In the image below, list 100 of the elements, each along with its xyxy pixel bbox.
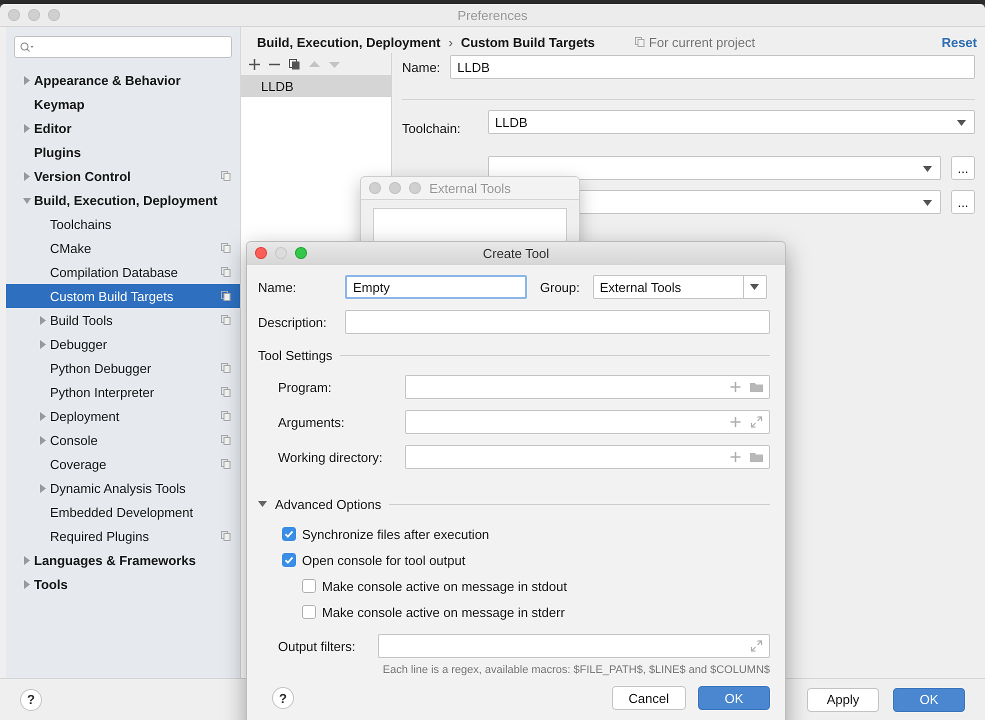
output-filters-field[interactable] [378, 634, 770, 658]
tree-item[interactable]: Languages & Frameworks [6, 548, 240, 572]
expand-icon[interactable] [750, 416, 763, 428]
tree-item[interactable]: Build Tools [6, 308, 240, 332]
tree-item[interactable]: Dynamic Analysis Tools [6, 476, 240, 500]
expanded-arrow-icon[interactable] [23, 196, 31, 204]
group-dropdown[interactable]: External Tools [592, 275, 767, 299]
tree-item[interactable]: Appearance & Behavior [6, 68, 240, 92]
dropdown-caret-icon[interactable] [923, 200, 932, 206]
checkbox[interactable] [302, 605, 316, 619]
window-control-icon[interactable] [255, 247, 267, 259]
field-label: Program: [278, 380, 332, 394]
checkbox[interactable] [282, 527, 296, 541]
input-field[interactable] [405, 410, 770, 434]
window-control-icon[interactable] [48, 9, 60, 21]
collapsed-arrow-icon[interactable] [39, 316, 47, 324]
input-field[interactable] [405, 375, 770, 399]
tree-item[interactable]: Coverage [6, 452, 240, 476]
tree-item[interactable]: Build, Execution, Deployment [6, 188, 240, 212]
tree-item[interactable]: Plugins [6, 140, 240, 164]
breadcrumb-item[interactable]: Custom Build Targets [460, 34, 595, 50]
tree-item[interactable]: Editor [6, 116, 240, 140]
checkbox-label[interactable]: Make console active on message in stderr [322, 604, 565, 620]
tree-item[interactable]: Version Control [6, 164, 240, 188]
expanded-arrow-icon[interactable] [258, 501, 267, 507]
checkbox[interactable] [282, 553, 296, 567]
collapsed-arrow-icon[interactable] [39, 340, 47, 348]
field-label: Output filters: [278, 638, 356, 654]
copy-icon [221, 363, 231, 373]
name-field[interactable]: Empty [345, 275, 527, 299]
tree-item[interactable]: Tools [6, 572, 240, 596]
collapsed-arrow-icon[interactable] [23, 172, 31, 180]
scope-label: For current project [648, 34, 756, 50]
tree-item[interactable]: Python Interpreter [6, 380, 240, 404]
collapsed-arrow-icon[interactable] [23, 124, 31, 132]
tree-item[interactable]: Required Plugins [6, 524, 240, 548]
collapsed-arrow-icon[interactable] [23, 76, 31, 84]
window-control-icon[interactable] [28, 9, 40, 21]
collapsed-arrow-icon[interactable] [39, 436, 47, 444]
cancel-button[interactable]: Cancel [612, 686, 686, 710]
tree-item[interactable]: Keymap [6, 92, 240, 116]
folder-icon[interactable] [750, 381, 763, 393]
checkbox[interactable] [302, 579, 316, 593]
tree-item[interactable]: Compilation Database [6, 260, 240, 284]
checkbox-label[interactable]: Open console for tool output [302, 552, 466, 568]
tree-item[interactable]: Custom Build Targets [6, 284, 240, 308]
browse-button[interactable]: ... [951, 156, 975, 180]
collapsed-arrow-icon[interactable] [23, 556, 31, 564]
input-field[interactable] [405, 445, 770, 469]
field-label: Group: [540, 280, 580, 294]
list-item[interactable]: LLDB [241, 76, 391, 97]
hint-text: Each line is a regex, available macros: $FILE_PATH$, $LINE$ and $COLUMN$ [382, 664, 770, 676]
tree-item[interactable]: Console [6, 428, 240, 452]
collapsed-arrow-icon[interactable] [39, 484, 47, 492]
section-title: Tool Settings [258, 348, 332, 362]
toolchain-dropdown[interactable]: LLDB [488, 110, 975, 134]
expand-icon[interactable] [750, 640, 763, 652]
window-control-icon[interactable] [8, 9, 20, 21]
checkbox-label[interactable]: Make console active on message in stdout [322, 578, 567, 594]
copy-icon [221, 459, 231, 469]
tree-item[interactable]: Deployment [6, 404, 240, 428]
collapsed-arrow-icon[interactable] [39, 412, 47, 420]
tree-item[interactable]: CMake [6, 236, 240, 260]
checkbox-label[interactable]: Synchronize files after execution [302, 526, 490, 542]
window-title: External Tools [429, 180, 511, 196]
collapsed-arrow-icon[interactable] [23, 580, 31, 588]
help-button[interactable]: ? [20, 688, 42, 710]
dropdown-caret-icon[interactable] [923, 166, 932, 172]
tree-item[interactable]: Python Debugger [6, 356, 240, 380]
copy-icon [634, 37, 645, 47]
copy-icon [221, 411, 231, 421]
window-control-icon[interactable] [369, 182, 381, 194]
field-label: Arguments: [278, 414, 346, 430]
apply-button[interactable]: Apply [807, 688, 879, 712]
browse-button[interactable]: ... [951, 190, 975, 214]
tree-item[interactable]: Debugger [6, 332, 240, 356]
reset-link[interactable]: Reset [942, 34, 977, 50]
window-control-icon[interactable] [409, 182, 421, 194]
breadcrumb-item[interactable]: Build, Execution, Deployment [257, 34, 440, 50]
plus-icon[interactable] [249, 58, 260, 70]
ok-button[interactable]: OK [893, 688, 965, 712]
copy-icon[interactable] [289, 58, 300, 70]
dropdown-caret-icon[interactable] [750, 284, 760, 290]
copy-icon [221, 315, 231, 325]
field-label: Description: [258, 314, 328, 330]
window-control-icon[interactable] [295, 247, 307, 259]
window-control-icon[interactable] [389, 182, 401, 194]
copy-icon [221, 435, 231, 445]
dropdown-caret-icon[interactable] [957, 120, 966, 126]
section-title[interactable]: Advanced Options [275, 496, 382, 512]
help-button[interactable]: ? [272, 687, 294, 709]
description-field[interactable] [345, 310, 770, 334]
folder-icon[interactable] [750, 451, 763, 463]
tree-item[interactable]: Toolchains [6, 212, 240, 236]
tree-item[interactable]: Embedded Development [6, 500, 240, 524]
up-arrow-icon[interactable] [309, 58, 320, 70]
search-field[interactable] [14, 36, 232, 58]
ok-button[interactable]: OK [698, 686, 770, 710]
name-field[interactable]: LLDB [450, 55, 975, 79]
copy-icon [221, 243, 231, 253]
